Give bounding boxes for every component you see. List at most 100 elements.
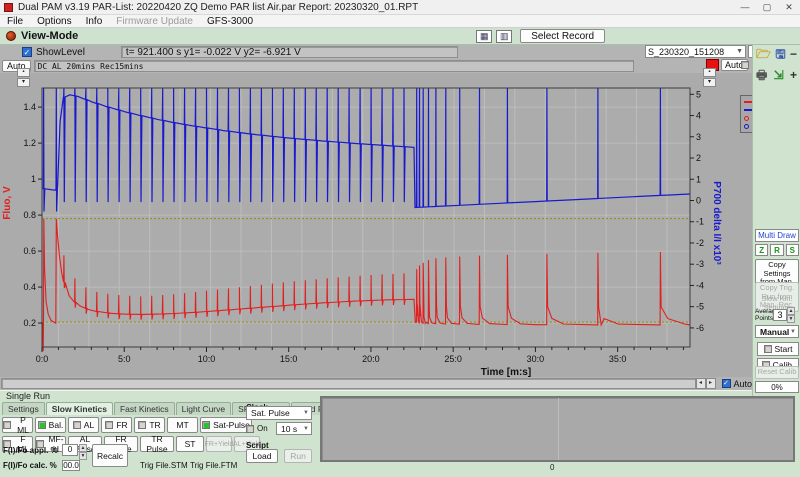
tr-pulse-button[interactable]: TR Pulse: [140, 436, 174, 452]
menu-file[interactable]: File: [0, 16, 30, 27]
trig-file-stm-label[interactable]: Trig File.STM: [140, 461, 188, 470]
show-level-checkbox[interactable]: ✓: [22, 47, 32, 57]
s-button[interactable]: S: [786, 244, 799, 256]
menu-info[interactable]: Info: [79, 16, 110, 27]
pm-dot-marker: [744, 124, 749, 129]
z-button[interactable]: Z: [755, 244, 768, 256]
trigger-mode-dropdown[interactable]: Manual ▼: [755, 325, 799, 338]
fo-appl-value[interactable]: 0: [62, 444, 78, 456]
scroll-auto-toggle[interactable]: ✓ Auto: [722, 379, 753, 389]
bal-checkbox[interactable]: [38, 421, 46, 429]
right-scale-buttons[interactable]: ▪ ▾: [703, 68, 716, 87]
print-icon[interactable]: 🖶: [756, 69, 767, 81]
clock-mode-dropdown[interactable]: Sat. Pulse▼: [246, 406, 312, 420]
multi-draw-dropdown[interactable]: Multi Draw: [755, 229, 799, 242]
fo-up-icon[interactable]: ▲: [79, 444, 87, 452]
left-scale-buttons[interactable]: ▪ ▾: [17, 68, 30, 87]
auto-right-checkbox[interactable]: [741, 61, 749, 69]
al-button[interactable]: AL: [68, 417, 99, 433]
script-run-button: Run: [284, 449, 312, 463]
mt-button[interactable]: MT: [167, 417, 198, 433]
tab-slow-kinetics[interactable]: Slow Kinetics: [46, 402, 113, 416]
dual-pam-window: Dual PAM v3.19 PAR-List: 20220420 ZQ Dem…: [0, 0, 800, 477]
clock-on-toggle[interactable]: On: [246, 424, 268, 433]
st-button[interactable]: ST: [176, 436, 204, 452]
start-button[interactable]: Start: [757, 342, 799, 356]
fo-appl-spinner[interactable]: ▲ ▼: [79, 444, 87, 456]
titlebar: Dual PAM v3.19 PAR-List: 20220420 ZQ Dem…: [0, 0, 800, 15]
right-scale-down-icon[interactable]: ▾: [703, 78, 716, 87]
start-checkbox[interactable]: [764, 345, 772, 353]
bal-button[interactable]: Bal.: [35, 417, 66, 433]
avg-down-icon[interactable]: ▼: [787, 315, 795, 323]
menu-firmware-update: Firmware Update: [109, 16, 200, 27]
tab-settings[interactable]: Settings: [2, 402, 45, 415]
average-points-control[interactable]: Average Points 3 ▲ ▼: [755, 307, 799, 323]
sat-pulse-checkbox[interactable]: [202, 421, 210, 429]
view-mode-icon: [6, 31, 16, 41]
data-table-icon[interactable]: ▥: [496, 30, 512, 43]
window-title: Dual PAM v3.19 PAR-List: 20220420 ZQ Dem…: [18, 2, 418, 13]
trigger-mode-label: Manual: [760, 327, 789, 337]
avg-up-icon[interactable]: ▲: [787, 307, 795, 315]
tr-checkbox[interactable]: [138, 421, 146, 429]
menu-options[interactable]: Options: [30, 16, 78, 27]
sat-pulse-button[interactable]: Sat-Pulse: [200, 417, 252, 433]
fo-down-icon[interactable]: ▼: [79, 452, 87, 460]
record-select-dropdown[interactable]: S_230320_151208 ▼: [645, 45, 746, 58]
clock-on-checkbox[interactable]: [246, 425, 254, 433]
minimize-button[interactable]: —: [734, 1, 756, 14]
select-record-button[interactable]: Select Record: [520, 29, 605, 43]
scroll-auto-checkbox[interactable]: ✓: [722, 379, 731, 388]
close-button[interactable]: ✕: [778, 1, 800, 14]
al-checkbox[interactable]: [73, 421, 81, 429]
average-points-label: Average Points: [755, 308, 773, 322]
record-info-field: DC AL 20mins Rec15mins: [34, 60, 634, 72]
svg-text:10:0: 10:0: [198, 354, 216, 364]
record-info-row: Auto DC AL 20mins Rec15mins: [0, 59, 800, 73]
svg-text:3: 3: [696, 132, 701, 142]
tab-light-curve[interactable]: Light Curve: [176, 402, 231, 415]
multi-draw-label: Multi Draw: [758, 231, 796, 240]
svg-text:5: 5: [696, 89, 701, 99]
tab-fast-kinetics[interactable]: Fast Kinetics: [114, 402, 175, 415]
scroll-right-icon[interactable]: ▸: [706, 378, 716, 389]
save-file-icon[interactable]: 🖫: [775, 48, 785, 60]
trig-file-ftm-label[interactable]: Trig File.FTM: [190, 461, 237, 470]
clock-interval-dropdown[interactable]: 10 s▼: [276, 422, 312, 435]
svg-text:1.4: 1.4: [23, 102, 36, 112]
svg-text:0: 0: [696, 195, 701, 205]
pml-checkbox[interactable]: [3, 421, 11, 429]
recalc-button[interactable]: Recalc: [92, 444, 128, 467]
zoom-out-icon[interactable]: −: [790, 48, 797, 60]
svg-text:1: 1: [31, 174, 36, 184]
svg-text:-6: -6: [696, 323, 704, 333]
average-points-value[interactable]: 3: [773, 309, 787, 321]
svg-text:-5: -5: [696, 302, 704, 312]
chart-canvas[interactable]: 0.20.40.60.811.21.4-6-5-4-3-2-10123450:0…: [0, 73, 752, 377]
svg-text:0:0: 0:0: [36, 354, 49, 364]
report-table-icon[interactable]: ▦: [476, 30, 492, 43]
export-icon[interactable]: ⇲: [774, 69, 784, 81]
fo-appl-label: F(I)/Fo appl. %: [3, 446, 58, 455]
maximize-button[interactable]: ▢: [756, 1, 778, 14]
fast-kinetics-preview[interactable]: [320, 396, 795, 462]
toolbar: View-Mode ▦ ▥ Select Record: [0, 28, 800, 45]
open-file-icon[interactable]: 🗁: [756, 48, 771, 60]
fr-checkbox[interactable]: [105, 421, 113, 429]
r-button[interactable]: R: [770, 244, 783, 256]
script-load-button[interactable]: Load: [246, 449, 278, 463]
zoom-in-icon[interactable]: +: [790, 69, 797, 81]
right-scale-up-icon[interactable]: ▪: [703, 68, 716, 77]
fr-button[interactable]: FR: [101, 417, 132, 433]
menu-gfs-3000[interactable]: GFS-3000: [200, 16, 260, 27]
time-scrollbar[interactable]: [1, 378, 696, 389]
left-scale-down-icon[interactable]: ▾: [17, 78, 30, 87]
pml-button[interactable]: P ML: [2, 417, 33, 433]
left-scale-up-icon[interactable]: ▪: [17, 68, 30, 77]
tr-button[interactable]: TR: [134, 417, 165, 433]
slow-kinetics-chart: 0.20.40.60.811.21.4-6-5-4-3-2-10123450:0…: [0, 73, 752, 377]
app-icon: [4, 3, 13, 12]
scroll-left-icon[interactable]: ◂: [696, 378, 706, 389]
view-mode-label: View-Mode: [21, 30, 78, 42]
